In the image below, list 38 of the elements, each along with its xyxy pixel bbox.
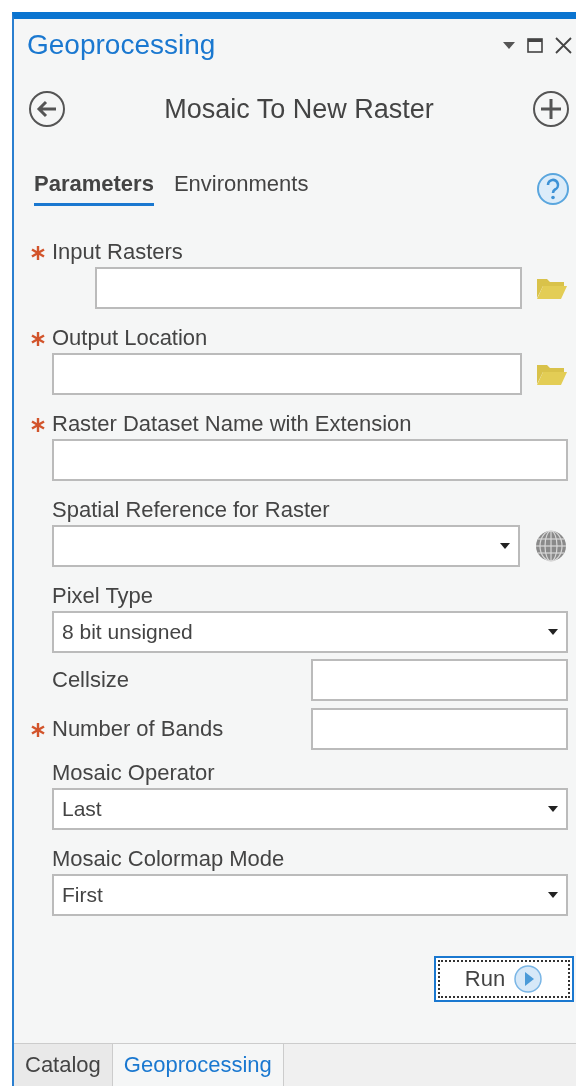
maximize-icon[interactable] (527, 37, 543, 53)
input-field[interactable] (95, 267, 522, 309)
input-field[interactable] (52, 439, 568, 481)
parameter-label: Spatial Reference for Raster (52, 497, 330, 523)
back-icon[interactable] (28, 90, 66, 128)
input-field[interactable] (311, 659, 568, 701)
tab[interactable]: Catalog (14, 1044, 113, 1086)
tab[interactable]: Environments (173, 171, 309, 206)
help-icon[interactable] (536, 171, 570, 206)
dropdown-caret-icon[interactable] (500, 543, 510, 549)
input-field[interactable] (311, 708, 568, 750)
tab[interactable]: Parameters (34, 171, 154, 206)
dropdown[interactable]: Last (52, 788, 568, 830)
pane-title: Geoprocessing (27, 29, 217, 61)
parameter-label: Raster Dataset Name with Extension (52, 411, 412, 437)
folder-icon[interactable] (536, 362, 568, 386)
dropdown-caret-icon[interactable] (548, 892, 558, 898)
parameter-label: Cellsize (52, 667, 131, 693)
dropdown[interactable]: 8 bit unsigned (52, 611, 568, 653)
tool-title: Mosaic To New Raster (163, 93, 435, 125)
dropdown-caret-icon[interactable] (548, 629, 558, 635)
parameter-label: Output Location (52, 325, 208, 351)
input-field[interactable] (52, 353, 522, 395)
run-button[interactable]: Run (434, 956, 574, 1002)
parameter-label: Mosaic Colormap Mode (52, 846, 285, 872)
dropdown-caret-icon[interactable] (548, 806, 558, 812)
globe-icon[interactable] (534, 529, 568, 563)
tab[interactable]: Geoprocessing (112, 1044, 284, 1086)
parameter-label: Mosaic Operator (52, 760, 215, 786)
play-icon (513, 964, 544, 994)
dropdown[interactable]: First (52, 874, 568, 916)
dropdown-caret-icon[interactable] (503, 41, 515, 49)
close-icon[interactable] (555, 36, 572, 54)
parameter-label: Input Rasters (52, 239, 183, 265)
add-icon[interactable] (532, 90, 570, 128)
parameter-label: Pixel Type (52, 583, 154, 609)
parameter-label: Number of Bands (52, 716, 225, 742)
folder-icon[interactable] (536, 276, 568, 300)
